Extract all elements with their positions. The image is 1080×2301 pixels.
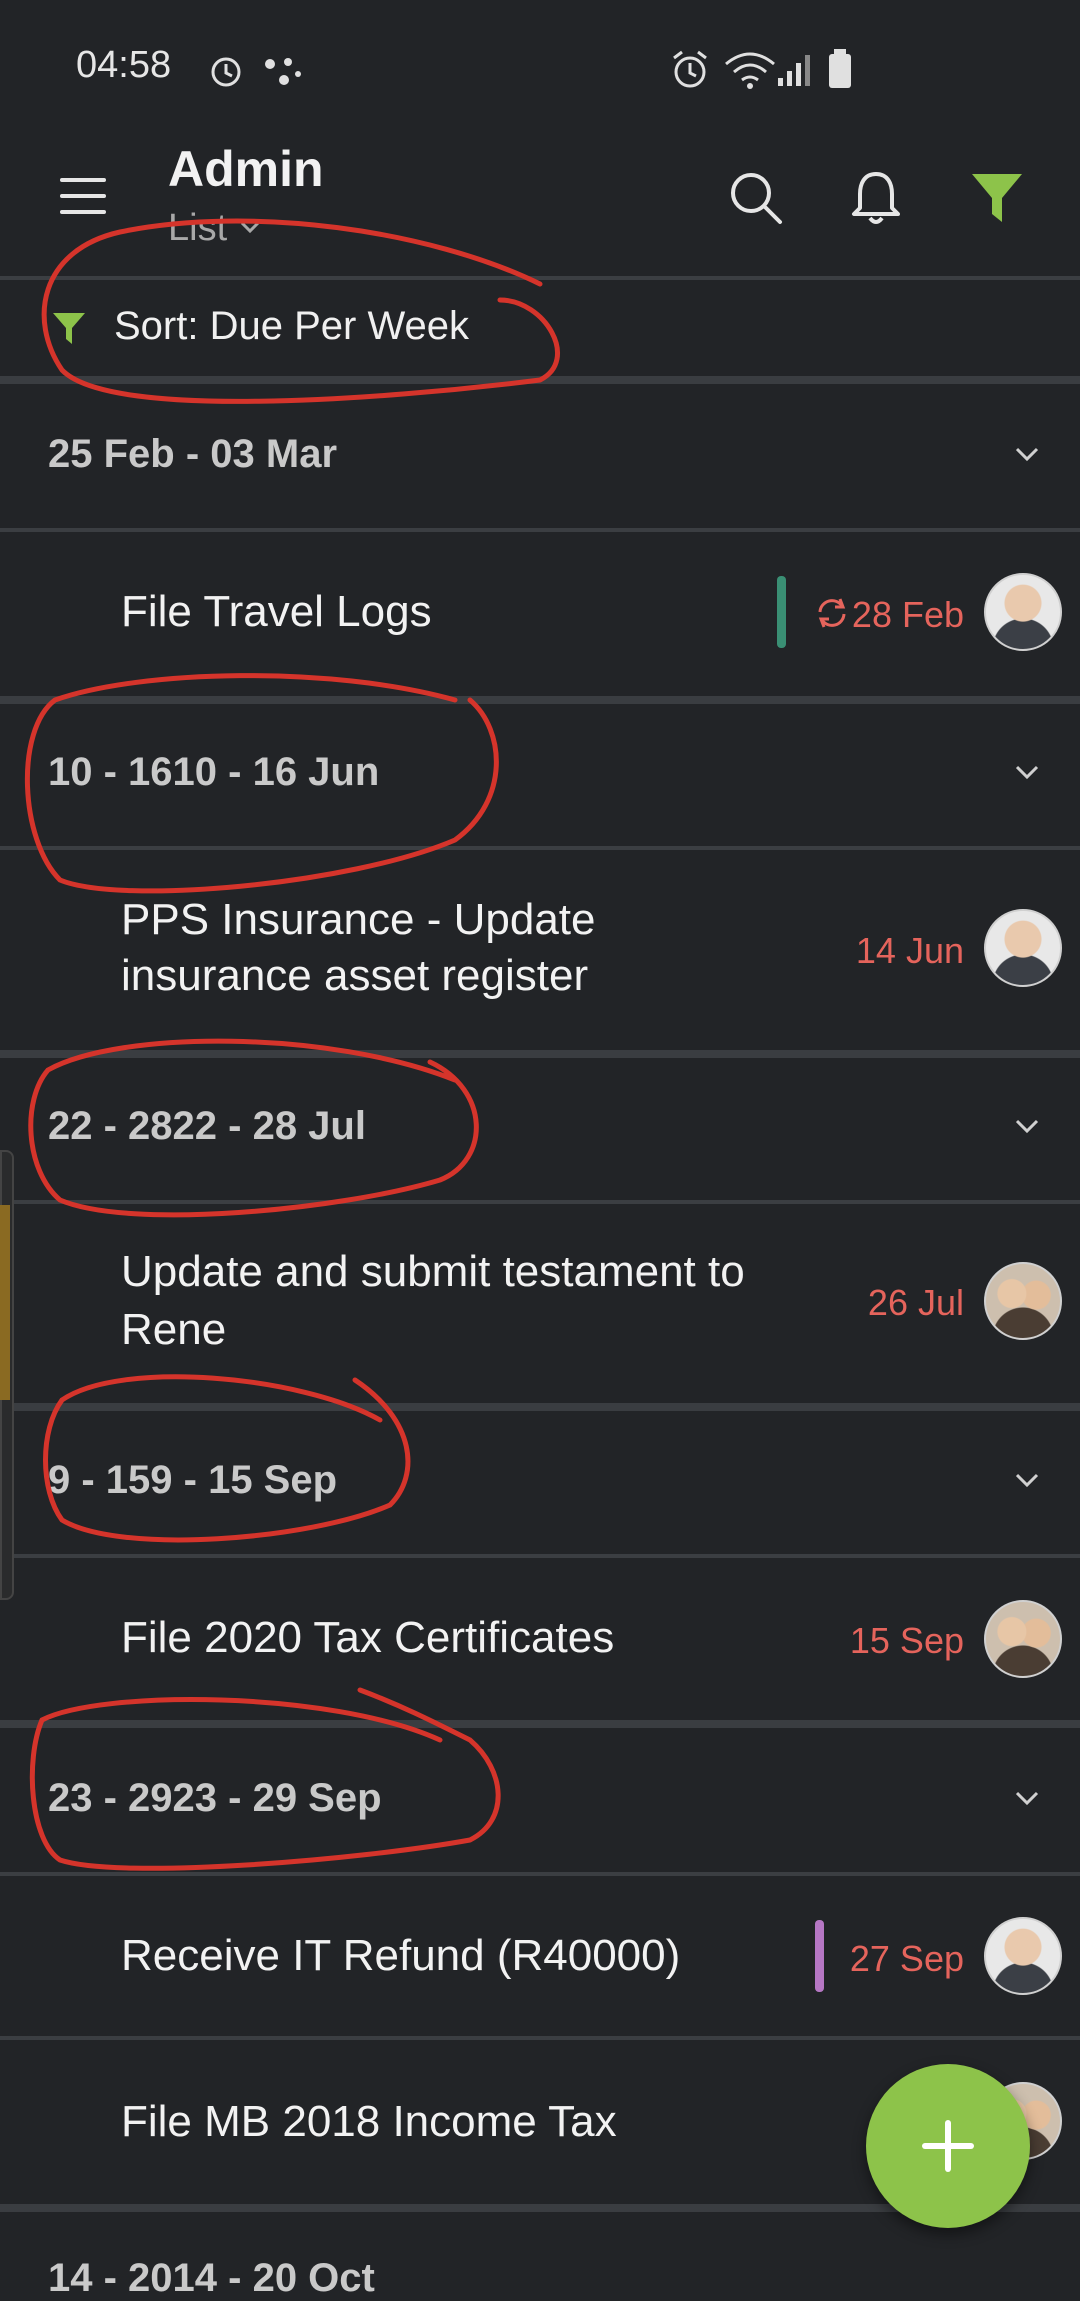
status-time: 04:58 [76, 44, 172, 86]
divider [0, 2036, 1080, 2040]
task-due-date: 15 Sep [849, 1620, 964, 1661]
alarm-icon [211, 57, 241, 87]
battery-icon [829, 49, 851, 88]
task-title[interactable]: File Travel Logs [121, 584, 432, 640]
divider [0, 696, 1080, 704]
filter-icon[interactable] [970, 170, 1024, 226]
task-title[interactable]: File 2020 Tax Certificates [121, 1610, 614, 1666]
assignee-avatar[interactable] [984, 1262, 1062, 1340]
task-due-date: 14 Jun [855, 930, 964, 971]
divider [0, 1050, 1080, 1058]
group-header-label[interactable]: 10 - 1610 - 16 Jun [48, 750, 379, 795]
task-due-date: 28 Feb [851, 594, 964, 635]
divider [0, 276, 1080, 280]
task-title-line[interactable]: Update and submit testament to [121, 1244, 745, 1300]
alarm-icon [673, 50, 707, 88]
bell-icon[interactable] [848, 168, 904, 228]
recurring-icon [818, 598, 846, 628]
task-title-line[interactable]: insurance asset register [121, 948, 588, 1004]
assignee-avatar[interactable] [984, 573, 1062, 651]
tag-color-bar [777, 576, 786, 648]
chevron-down-icon[interactable] [1014, 764, 1040, 782]
sort-label[interactable]: Sort: Due Per Week [114, 304, 469, 349]
group-header-label[interactable]: 23 - 2923 - 29 Sep [48, 1776, 382, 1821]
divider [0, 1200, 1080, 1204]
edge-panel-handle-indicator [0, 1205, 10, 1400]
task-title-line[interactable]: PPS Insurance - Update [121, 892, 595, 948]
filter-icon [53, 313, 85, 344]
view-label: List [168, 206, 228, 249]
signal-icon [778, 55, 810, 86]
chevron-down-icon [241, 221, 260, 234]
divider [0, 1872, 1080, 1876]
group-header-label[interactable]: 25 Feb - 03 Mar [48, 432, 337, 477]
divider [0, 528, 1080, 532]
add-task-button[interactable] [866, 2064, 1030, 2228]
assistant-dots-icon [265, 58, 301, 85]
wifi-icon [725, 52, 775, 89]
group-header-label[interactable]: 9 - 159 - 15 Sep [48, 1458, 337, 1503]
menu-icon[interactable] [58, 176, 108, 216]
search-icon[interactable] [726, 168, 786, 228]
divider [0, 846, 1080, 850]
chevron-down-icon[interactable] [1014, 1472, 1040, 1490]
task-due-date: 26 Jul [867, 1282, 964, 1323]
group-header-label[interactable]: 22 - 2822 - 28 Jul [48, 1104, 366, 1149]
chevron-down-icon[interactable] [1014, 446, 1040, 464]
divider [0, 1554, 1080, 1558]
chevron-down-icon[interactable] [1014, 1790, 1040, 1808]
assignee-avatar[interactable] [984, 909, 1062, 987]
plus-icon [922, 2120, 974, 2172]
divider [0, 1403, 1080, 1411]
task-due-date: 27 Sep [849, 1938, 964, 1979]
task-title-line[interactable]: Rene [121, 1302, 226, 1358]
divider [0, 1720, 1080, 1728]
page-title: Admin [168, 141, 324, 197]
task-title[interactable]: File MB 2018 Income Tax [121, 2094, 617, 2150]
group-header-label[interactable]: 14 - 2014 - 20 Oct [48, 2256, 375, 2301]
assignee-avatar[interactable] [984, 1917, 1062, 1995]
chevron-down-icon[interactable] [1014, 1118, 1040, 1136]
view-selector[interactable]: List [168, 204, 261, 252]
assignee-avatar[interactable] [984, 1600, 1062, 1678]
divider [0, 376, 1080, 384]
task-title[interactable]: Receive IT Refund (R40000) [121, 1928, 680, 1984]
